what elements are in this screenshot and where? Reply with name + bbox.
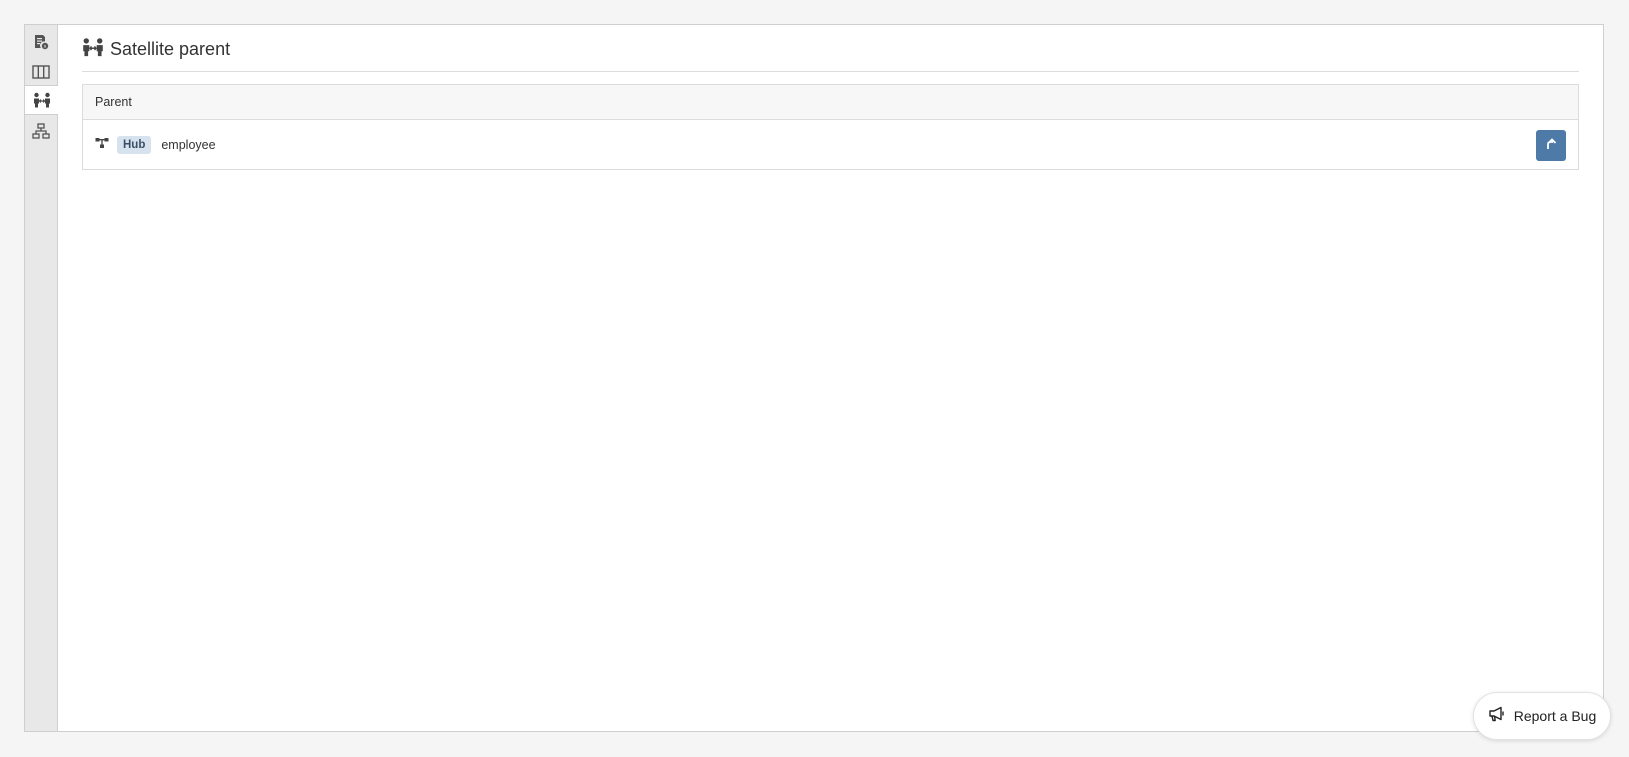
document-info-icon <box>33 34 49 50</box>
sidebar-item-hierarchy[interactable] <box>25 116 57 146</box>
report-bug-label: Report a Bug <box>1513 708 1597 724</box>
sidebar <box>25 25 58 731</box>
satellite-parent-icon <box>33 92 51 108</box>
main-content: Satellite parent Parent Hub employee <box>82 25 1579 731</box>
parent-name[interactable]: employee <box>161 138 215 152</box>
app-frame: Satellite parent Parent Hub employee <box>24 24 1604 732</box>
report-bug-button[interactable]: Report a Bug <box>1473 692 1611 740</box>
columns-icon <box>32 65 50 79</box>
sidebar-item-satellite-parent[interactable] <box>25 85 58 115</box>
column-header-parent: Parent <box>95 95 132 109</box>
satellite-parent-icon <box>82 37 104 62</box>
page-header: Satellite parent <box>82 35 230 63</box>
parent-table: Parent Hub employee <box>82 84 1579 170</box>
hub-icon <box>95 136 109 154</box>
table-row: Hub employee <box>83 120 1578 170</box>
navigate-to-parent-button[interactable] <box>1536 130 1566 161</box>
sidebar-item-details[interactable] <box>25 27 57 57</box>
table-header: Parent <box>83 85 1578 120</box>
megaphone-icon <box>1488 706 1506 727</box>
page-title: Satellite parent <box>110 38 231 59</box>
entity-type-badge: Hub <box>117 136 152 154</box>
sitemap-icon <box>32 123 50 139</box>
title-divider <box>82 71 1579 72</box>
sidebar-item-columns[interactable] <box>25 57 57 87</box>
navigate-up-icon <box>1546 136 1557 155</box>
